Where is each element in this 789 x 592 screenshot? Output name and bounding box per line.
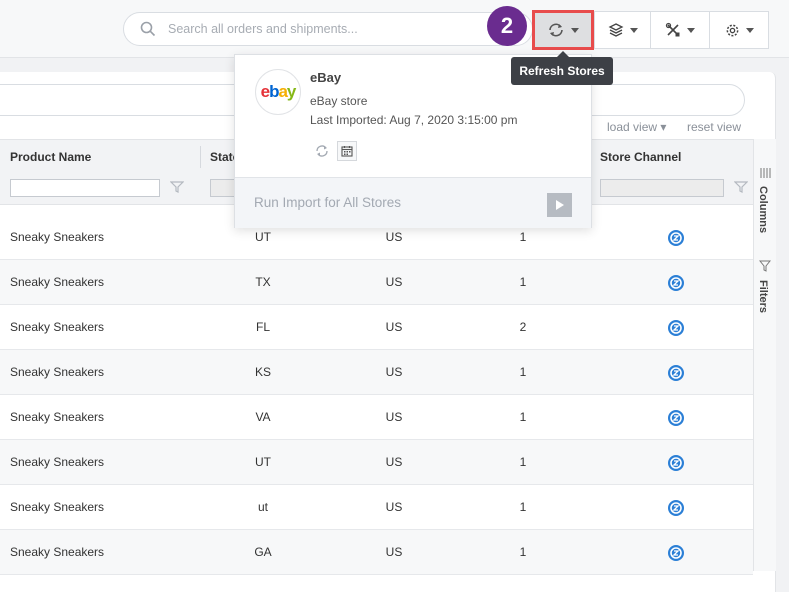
tools-button[interactable] — [651, 12, 710, 48]
gear-icon — [726, 24, 738, 36]
play-icon — [555, 200, 564, 210]
country-cell: US — [385, 275, 403, 289]
store-channel-icon — [668, 320, 684, 336]
store-channel-icon — [668, 500, 684, 516]
table-row[interactable]: Sneaky Sneakers FL US 2 — [0, 305, 753, 350]
calendar-icon — [341, 146, 353, 157]
store-type: eBay store — [310, 94, 368, 108]
refresh-icon — [549, 23, 563, 37]
run-import-all-row: Run Import for All Stores — [235, 177, 591, 228]
product-name-cell: Sneaky Sneakers — [10, 320, 105, 334]
run-import-all-button[interactable] — [547, 193, 572, 217]
tools-icon — [665, 22, 680, 37]
filter-icon[interactable] — [759, 260, 771, 272]
side-tool-panel: Columns Filters — [753, 139, 776, 571]
state-cell: VA — [255, 410, 271, 424]
country-cell: US — [385, 365, 403, 379]
table-row[interactable]: Sneaky Sneakers KS US 1 — [0, 350, 753, 395]
product-name-cell: Sneaky Sneakers — [10, 230, 105, 244]
country-cell: US — [385, 410, 403, 424]
store-channel-icon — [668, 545, 684, 561]
state-cell: FL — [255, 320, 270, 334]
store-name: eBay — [310, 70, 342, 85]
product-name-cell: Sneaky Sneakers — [10, 365, 105, 379]
product-name-cell: Sneaky Sneakers — [10, 500, 105, 514]
state-cell: UT — [255, 455, 271, 469]
product-name-cell: Sneaky Sneakers — [10, 455, 105, 469]
qty-cell: 2 — [519, 320, 527, 334]
qty-cell: 1 — [519, 365, 527, 379]
chevron-down-icon — [745, 27, 754, 33]
qty-cell: 1 — [519, 500, 527, 514]
state-cell: GA — [254, 545, 272, 559]
load-view-link[interactable]: load view ▾ — [607, 120, 666, 134]
store-channel-icon — [668, 455, 684, 471]
product-name-cell: Sneaky Sneakers — [10, 410, 105, 424]
store-channel-icon — [668, 365, 684, 381]
state-cell: KS — [254, 365, 271, 379]
table-row[interactable]: Sneaky Sneakers TX US 1 — [0, 260, 753, 305]
product-name-cell: Sneaky Sneakers — [10, 275, 105, 289]
state-cell: TX — [255, 275, 271, 289]
last-imported: Last Imported: Aug 7, 2020 3:15:00 pm — [310, 113, 518, 127]
step-badge: 2 — [487, 6, 527, 46]
qty-cell: 1 — [519, 545, 527, 559]
reset-view-link[interactable]: reset view — [687, 120, 741, 134]
country-cell: US — [385, 455, 403, 469]
table-row[interactable]: Sneaky Sneakers UT US 1 — [0, 440, 753, 485]
state-cell: ut — [257, 500, 268, 514]
product-name-filter-input[interactable] — [10, 179, 160, 197]
country-cell: US — [385, 320, 403, 334]
column-header-product-name[interactable]: Product Name — [10, 150, 91, 164]
settings-button[interactable] — [710, 12, 768, 48]
global-search[interactable] — [123, 12, 533, 46]
chevron-down-icon — [571, 27, 579, 33]
refresh-store-button[interactable] — [312, 141, 332, 161]
table-row[interactable]: Sneaky Sneakers VA US 1 — [0, 395, 753, 440]
batches-button[interactable] — [595, 12, 651, 48]
store-channel-icon — [668, 230, 684, 246]
table-row[interactable]: Sneaky Sneakers GA US 1 — [0, 530, 753, 575]
toolbar-group — [594, 11, 769, 49]
qty-cell: 1 — [519, 410, 527, 424]
country-cell: US — [385, 500, 403, 514]
store-channel-icon — [668, 275, 684, 291]
store-channel-filter-input[interactable] — [600, 179, 724, 197]
store-channel-icon — [668, 410, 684, 426]
run-import-all-label: Run Import for All Stores — [254, 195, 402, 210]
filter-icon[interactable] — [170, 180, 184, 194]
refresh-icon — [316, 145, 328, 157]
column-header-store-channel[interactable]: Store Channel — [600, 150, 681, 164]
country-cell: US — [385, 545, 403, 559]
columns-icon[interactable] — [759, 167, 771, 179]
refresh-stores-button[interactable] — [532, 10, 594, 50]
chevron-down-icon — [629, 27, 638, 33]
ebay-logo: ebay — [255, 69, 301, 115]
search-icon — [140, 21, 156, 37]
table-row[interactable]: Sneaky Sneakers ut US 1 — [0, 485, 753, 530]
columns-tab[interactable]: Columns — [757, 186, 769, 233]
search-input[interactable] — [166, 19, 516, 39]
filters-tab[interactable]: Filters — [757, 280, 769, 313]
layers-icon — [608, 23, 623, 37]
schedule-import-button[interactable] — [337, 141, 357, 161]
product-name-cell: Sneaky Sneakers — [10, 545, 105, 559]
refresh-stores-tooltip: Refresh Stores — [511, 51, 613, 85]
chevron-down-icon — [687, 27, 695, 33]
column-separator[interactable] — [200, 146, 201, 168]
top-bar: 2 — [0, 0, 789, 58]
filter-icon[interactable] — [734, 180, 748, 194]
qty-cell: 1 — [519, 275, 527, 289]
qty-cell: 1 — [519, 455, 527, 469]
